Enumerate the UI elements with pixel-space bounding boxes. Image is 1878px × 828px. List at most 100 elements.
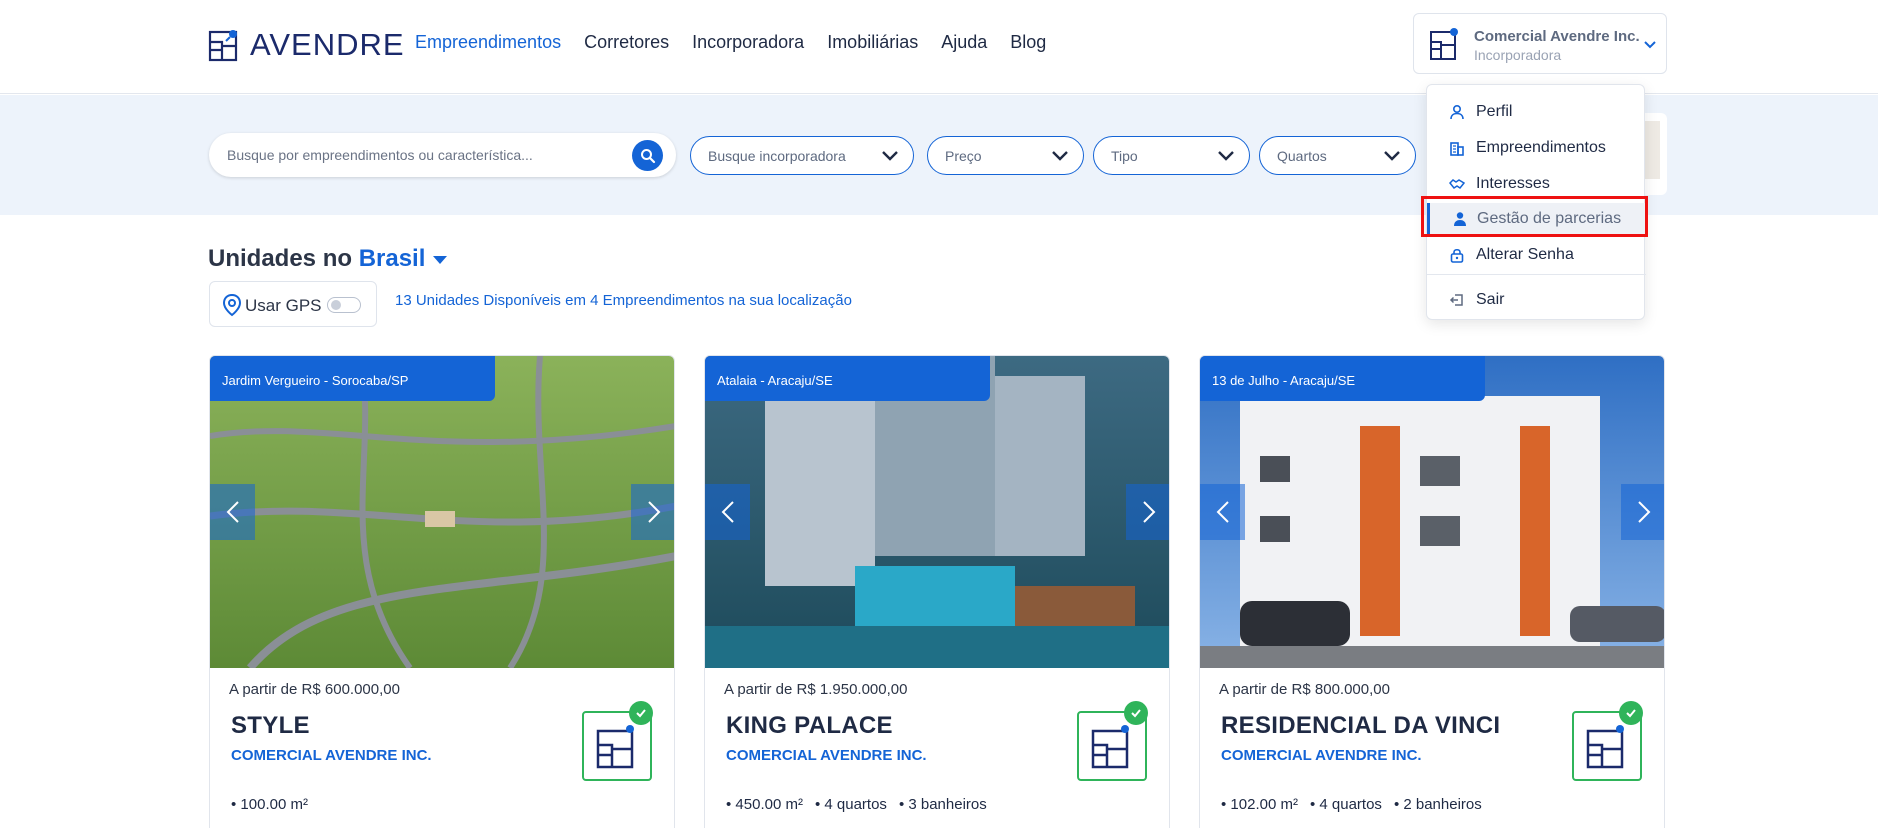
filter-quartos-placeholder: Quartos (1277, 148, 1327, 164)
filter-preco[interactable]: Preço (927, 136, 1084, 175)
property-card[interactable]: Atalaia - Aracaju/SE A partir de R$ 1.95… (704, 355, 1170, 828)
carousel-next-button[interactable] (1621, 484, 1664, 540)
handshake-icon (1449, 179, 1465, 190)
chevron-left-icon (1216, 501, 1229, 523)
menu-divider (1427, 274, 1646, 275)
chevron-right-icon (647, 501, 660, 523)
nav-imobiliarias[interactable]: Imobiliárias (827, 32, 918, 53)
filter-tipo-placeholder: Tipo (1111, 148, 1138, 164)
verified-check-icon (1619, 701, 1643, 725)
carousel-prev-button[interactable] (1200, 484, 1245, 540)
filter-quartos[interactable]: Quartos (1259, 136, 1416, 175)
property-name[interactable]: RESIDENCIAL DA VINCI (1221, 712, 1500, 740)
property-company[interactable]: COMERCIAL AVENDRE INC. (1221, 747, 1422, 764)
location-pin-icon (222, 293, 242, 317)
chevron-right-icon (1637, 501, 1650, 523)
spec-area: 100.00 m² (231, 796, 308, 813)
location-name: Brasil (358, 245, 426, 272)
verified-check-icon (629, 701, 653, 725)
spec-area: 102.00 m² (1221, 796, 1298, 813)
property-card[interactable]: Jardim Vergueiro - Sorocaba/SP A partir … (209, 355, 675, 828)
search-input[interactable] (227, 144, 627, 166)
highlight-annotation-box (1421, 196, 1648, 237)
property-card[interactable]: 13 de Julho - Aracaju/SE A partir de R$ … (1199, 355, 1665, 828)
filter-tipo[interactable]: Tipo (1093, 136, 1250, 175)
avendre-logo[interactable]: AVENDRE (208, 27, 405, 63)
menu-item-label: Interesses (1476, 175, 1550, 192)
gps-toggle-switch[interactable] (327, 297, 361, 313)
section-title: Unidades no Brasil (208, 245, 448, 273)
gps-toggle-box[interactable]: Usar GPS (209, 281, 377, 327)
menu-item-label: Empreendimentos (1476, 139, 1606, 156)
carousel-next-button[interactable] (1126, 484, 1169, 540)
units-summary: 13 Unidades Disponíveis em 4 Empreendime… (395, 292, 852, 309)
location-tag: Jardim Vergueiro - Sorocaba/SP (210, 356, 495, 401)
verified-check-icon (1124, 701, 1148, 725)
property-image (1200, 356, 1664, 668)
chevron-down-icon (1384, 151, 1400, 161)
search-box (209, 133, 676, 177)
filter-incorporadora[interactable]: Busque incorporadora (690, 136, 914, 175)
nav-blog[interactable]: Blog (1010, 32, 1046, 53)
property-name[interactable]: KING PALACE (726, 712, 893, 740)
property-price: A partir de R$ 600.000,00 (229, 681, 400, 698)
location-tag: Atalaia - Aracaju/SE (705, 356, 990, 401)
logo-text: AVENDRE (250, 27, 405, 62)
menu-item-empreendimentos[interactable]: Empreendimentos (1427, 132, 1646, 164)
account-dropdown-button[interactable]: Comercial Avendre Inc. Incorporadora (1413, 13, 1667, 74)
chevron-right-icon (1142, 501, 1155, 523)
carousel-prev-button[interactable] (210, 484, 255, 540)
carousel-prev-button[interactable] (705, 484, 750, 540)
building-icon (1450, 142, 1464, 156)
property-price: A partir de R$ 800.000,00 (1219, 681, 1390, 698)
user-icon (1450, 104, 1464, 120)
property-image (210, 356, 674, 668)
spec-bedrooms: 4 quartos (1310, 796, 1382, 813)
account-name: Comercial Avendre Inc. (1474, 28, 1640, 45)
location-selector[interactable]: Brasil (359, 245, 448, 272)
caret-down-icon (433, 256, 448, 264)
chevron-down-icon (882, 151, 898, 161)
gps-label: Usar GPS (245, 296, 322, 315)
chevron-left-icon (721, 501, 734, 523)
gps-toggle-knob (331, 300, 341, 310)
nav-corretores[interactable]: Corretores (584, 32, 669, 53)
nav-empreendimentos[interactable]: Empreendimentos (415, 32, 561, 53)
logout-icon (1449, 294, 1463, 306)
menu-item-perfil[interactable]: Perfil (1427, 96, 1646, 128)
property-specs: 450.00 m² 4 quartos 3 banheiros (726, 796, 986, 813)
chevron-down-icon (1644, 41, 1656, 49)
spec-bathrooms: 3 banheiros (899, 796, 986, 813)
property-specs: 102.00 m² 4 quartos 2 banheiros (1221, 796, 1481, 813)
filter-incorporadora-placeholder: Busque incorporadora (708, 148, 846, 164)
property-company[interactable]: COMERCIAL AVENDRE INC. (231, 747, 432, 764)
nav-ajuda[interactable]: Ajuda (941, 32, 987, 53)
search-button[interactable] (632, 140, 663, 171)
lock-icon (1450, 248, 1464, 263)
logo-icon (208, 30, 238, 62)
spec-bedrooms: 4 quartos (815, 796, 887, 813)
search-icon (640, 148, 655, 163)
top-header: AVENDRE Empreendimentos Corretores Incor… (0, 0, 1878, 94)
filter-preco-placeholder: Preço (945, 148, 982, 164)
account-logo-icon (1430, 28, 1458, 60)
property-price: A partir de R$ 1.950.000,00 (724, 681, 908, 698)
property-specs: 100.00 m² (231, 796, 308, 813)
property-image (705, 356, 1169, 668)
chevron-left-icon (226, 501, 239, 523)
main-nav: Empreendimentos Corretores Incorporadora… (415, 32, 1069, 53)
menu-item-label: Sair (1476, 291, 1505, 308)
carousel-next-button[interactable] (631, 484, 674, 540)
menu-item-label: Perfil (1476, 103, 1513, 120)
account-role: Incorporadora (1474, 47, 1562, 63)
nav-incorporadora[interactable]: Incorporadora (692, 32, 804, 53)
property-name[interactable]: STYLE (231, 712, 310, 740)
chevron-down-icon (1218, 151, 1234, 161)
menu-item-sair[interactable]: Sair (1427, 284, 1646, 316)
chevron-down-icon (1052, 151, 1068, 161)
property-company[interactable]: COMERCIAL AVENDRE INC. (726, 747, 927, 764)
spec-area: 450.00 m² (726, 796, 803, 813)
section-title-prefix: Unidades no (208, 245, 353, 272)
location-tag: 13 de Julho - Aracaju/SE (1200, 356, 1485, 401)
menu-item-alterar-senha[interactable]: Alterar Senha (1427, 239, 1646, 271)
